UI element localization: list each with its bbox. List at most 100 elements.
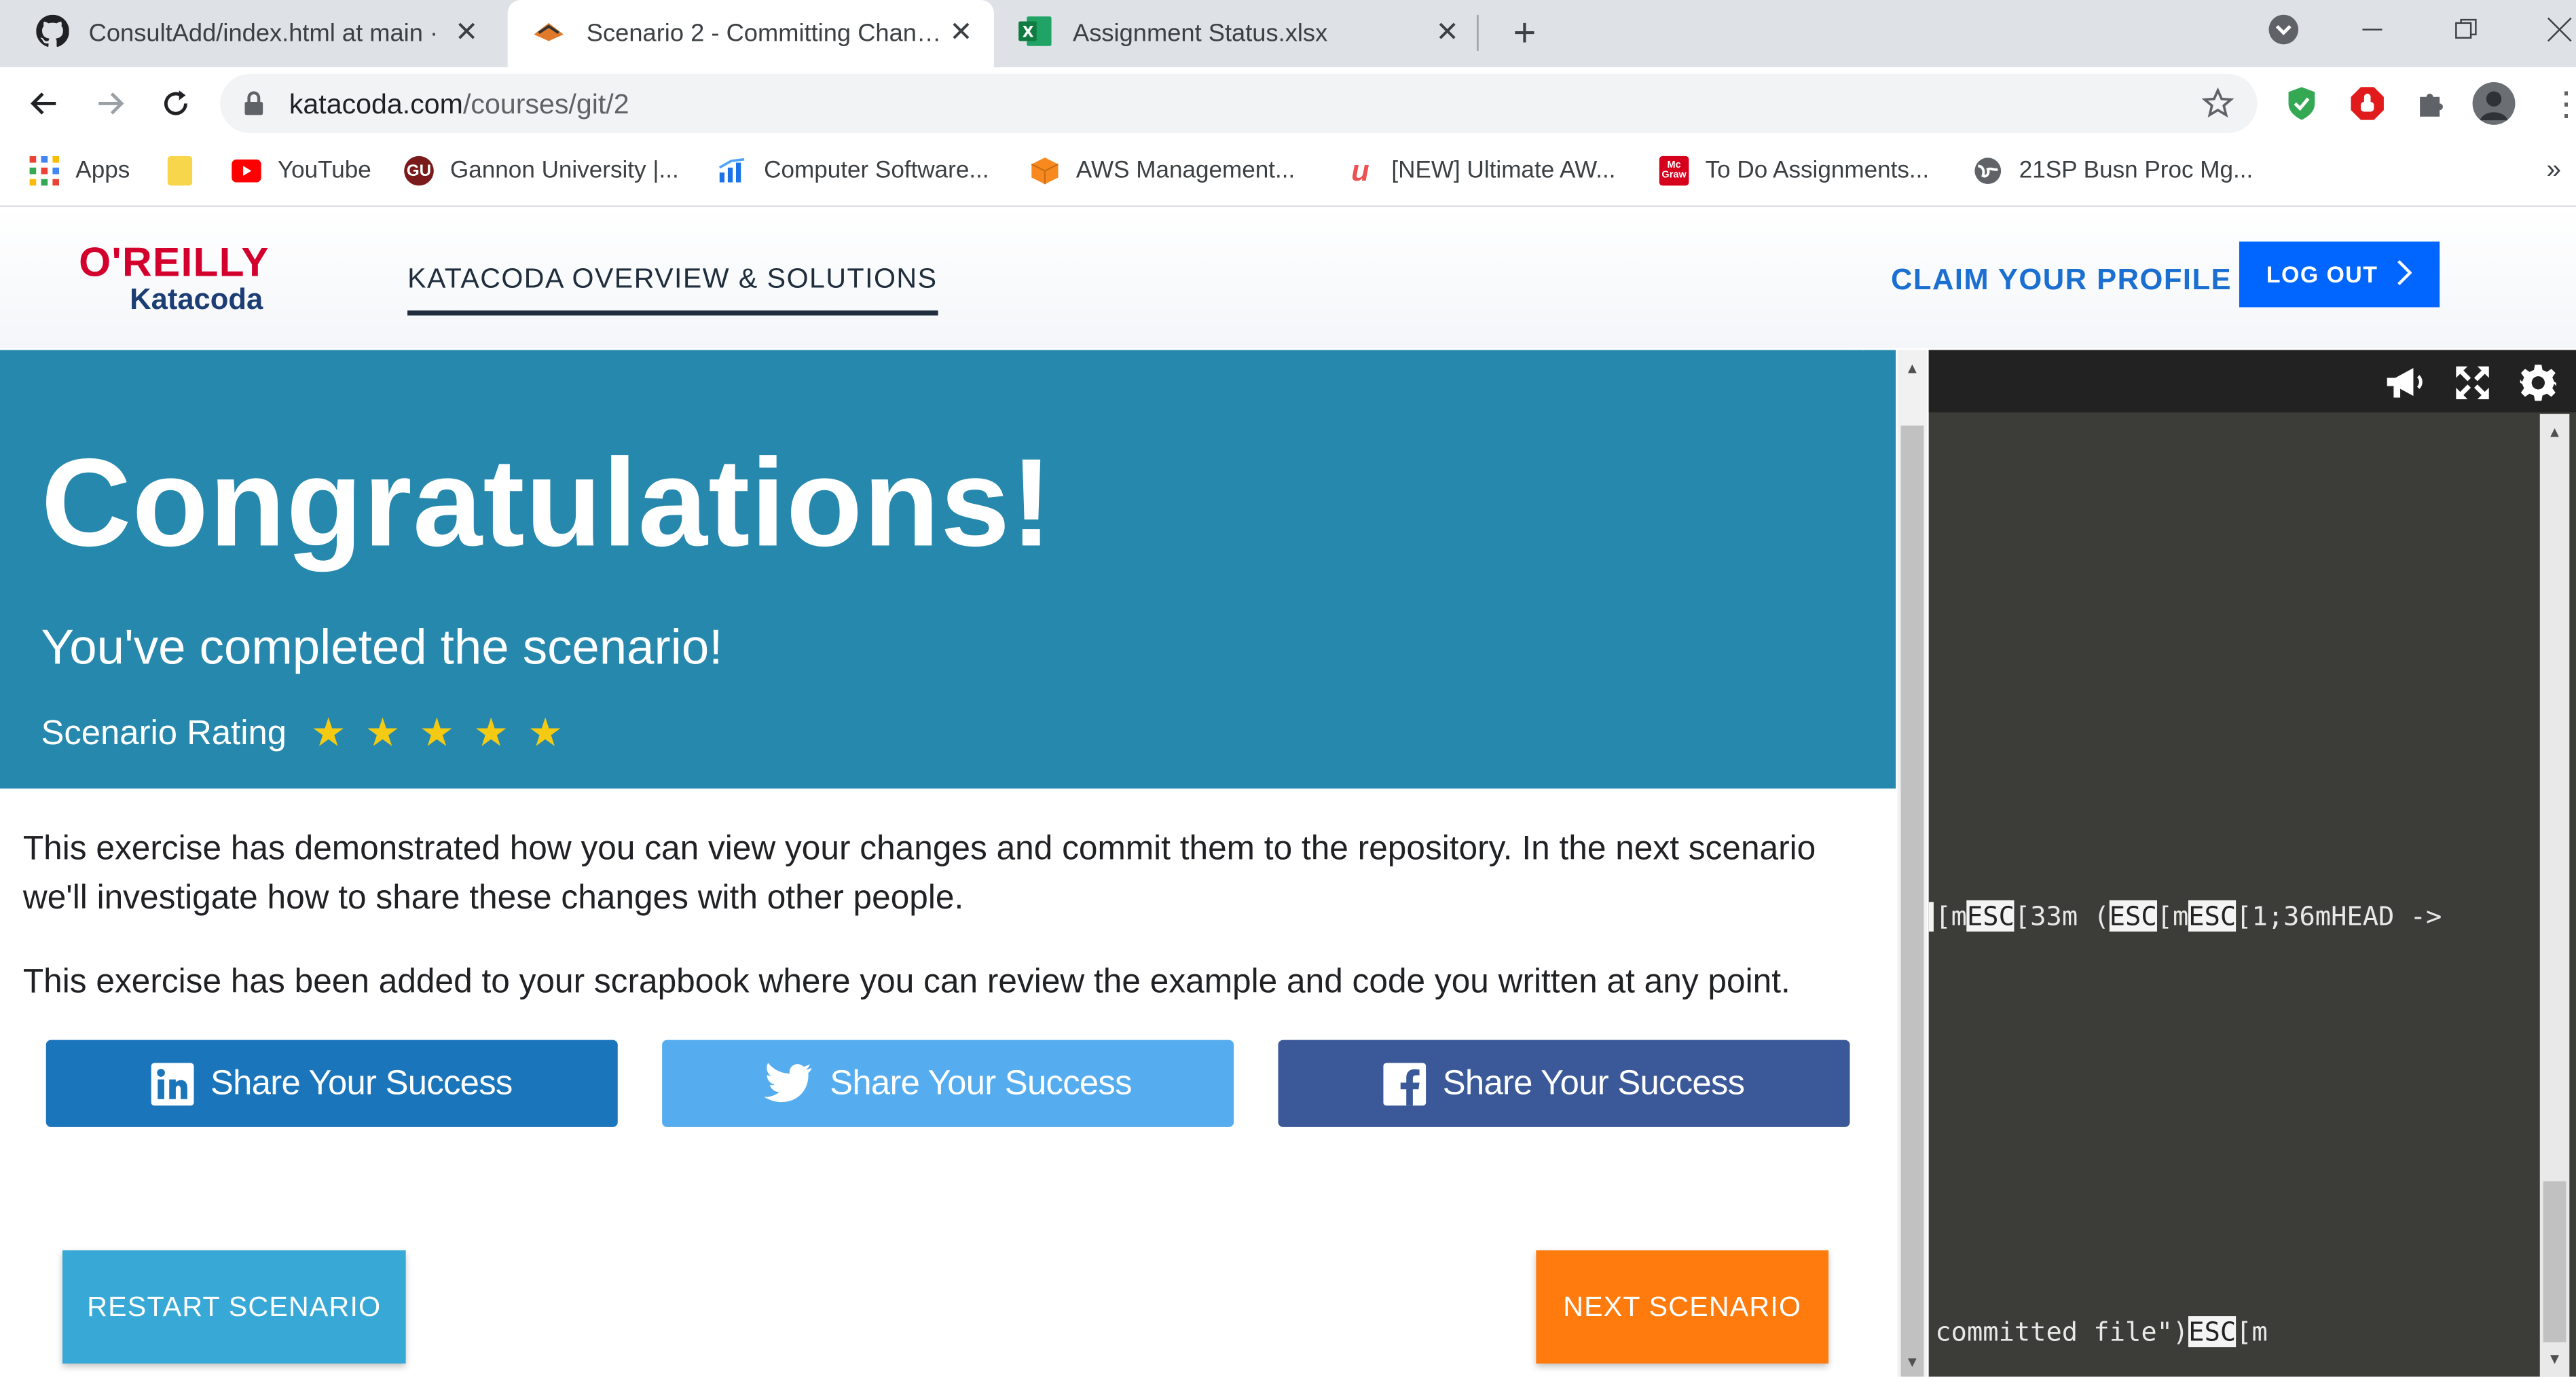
bookmark-todo[interactable]: Mc Graw To Do Assignments... bbox=[1659, 153, 1929, 189]
megaphone-icon[interactable] bbox=[2384, 365, 2427, 401]
terminal-text: [m bbox=[1935, 900, 1967, 932]
panel-divider[interactable] bbox=[1896, 350, 1928, 1376]
twitter-icon bbox=[764, 1062, 813, 1105]
scrollbar-thumb[interactable] bbox=[2543, 1181, 2566, 1342]
star-icon[interactable]: ★ bbox=[464, 710, 518, 757]
tab-search-icon[interactable] bbox=[2260, 7, 2306, 53]
star-icon[interactable]: ★ bbox=[410, 710, 464, 757]
close-window-icon[interactable] bbox=[2537, 7, 2576, 53]
chevron-right-icon bbox=[2397, 259, 2413, 290]
share-label: Share Your Success bbox=[830, 1063, 1132, 1102]
collapse-icon[interactable]: ⌃ bbox=[1850, 350, 1869, 368]
bookmark-star-icon[interactable] bbox=[2201, 87, 2234, 128]
avatar[interactable] bbox=[2472, 81, 2516, 125]
bookmark-computer-software[interactable]: Computer Software... bbox=[718, 153, 989, 189]
bookmark-udemy[interactable]: u [NEW] Ultimate AW... bbox=[1346, 153, 1616, 189]
adblock-icon[interactable] bbox=[2346, 82, 2389, 125]
tab-assignment-status[interactable]: X Assignment Status.xlsx ✕ bbox=[994, 0, 1480, 67]
rating-label: Scenario Rating bbox=[41, 714, 287, 752]
url-host: katacoda.com bbox=[289, 88, 463, 120]
nav-overview-solutions[interactable]: KATACODA OVERVIEW & SOLUTIONS bbox=[407, 263, 938, 316]
claim-profile-link[interactable]: CLAIM YOUR PROFILE bbox=[1891, 263, 2232, 297]
facebook-icon bbox=[1383, 1062, 1427, 1105]
scroll-up-icon[interactable]: ▲ bbox=[2540, 418, 2570, 447]
terminal-scrollbar[interactable]: ▲ ▼ bbox=[2539, 414, 2570, 1377]
globe-icon bbox=[1973, 156, 2003, 186]
tab-scenario[interactable]: Scenario 2 - Committing Changes ✕ bbox=[507, 0, 994, 68]
next-scenario-button[interactable]: NEXT SCENARIO bbox=[1536, 1250, 1829, 1364]
bookmark-label: Gannon University |... bbox=[449, 158, 679, 184]
restart-scenario-button[interactable]: RESTART SCENARIO bbox=[62, 1250, 406, 1364]
more-bookmarks-icon[interactable]: » bbox=[2546, 153, 2561, 189]
aws-icon bbox=[1030, 156, 1060, 186]
close-icon[interactable]: ✕ bbox=[1431, 16, 1464, 49]
extensions-icon[interactable] bbox=[2410, 82, 2453, 125]
star-icon[interactable]: ★ bbox=[518, 710, 572, 757]
mcgraw-hill-icon: Mc Graw bbox=[1659, 155, 1689, 186]
bookmarks-bar: Apps YouTube GU Gannon University |... C… bbox=[0, 139, 2576, 207]
bookmark-label: Computer Software... bbox=[764, 158, 989, 184]
close-icon[interactable]: ✕ bbox=[450, 16, 483, 49]
terminal-esc-token: ESC bbox=[1966, 900, 2014, 932]
katacoda-icon bbox=[531, 17, 567, 50]
restore-icon[interactable] bbox=[2443, 7, 2489, 53]
bookmark-label: [NEW] Ultimate AW... bbox=[1391, 158, 1616, 184]
tab-title: Scenario 2 - Committing Changes bbox=[586, 20, 945, 48]
terminal-text: [m bbox=[2236, 1316, 2268, 1348]
summary-paragraph: This exercise has demonstrated how you c… bbox=[22, 829, 1816, 917]
browser-tab-strip: ConsultAdd/index.html at main · ✕ Scenar… bbox=[0, 0, 2576, 68]
rating-stars[interactable]: ★ ★ ★ ★ ★ bbox=[301, 710, 572, 757]
scenario-content: Congratulations! You've completed the sc… bbox=[0, 350, 1896, 1377]
tab-consultadd[interactable]: ConsultAdd/index.html at main · ✕ bbox=[13, 0, 499, 67]
url-text: katacoda.com/courses/git/2 bbox=[289, 89, 629, 122]
url-path: /courses/git/2 bbox=[462, 88, 629, 120]
terminal-text: committed file") bbox=[1935, 1316, 2189, 1348]
katacoda-logo[interactable]: Katacoda bbox=[130, 282, 263, 317]
logout-label: LOG OUT bbox=[2266, 261, 2378, 288]
bookmark-youtube[interactable]: YouTube bbox=[232, 153, 371, 189]
site-header: O'REILLY Katacoda KATACODA OVERVIEW & SO… bbox=[0, 206, 2576, 348]
bookmark-aws[interactable]: AWS Management... bbox=[1030, 153, 1295, 189]
tab-title: ConsultAdd/index.html at main · bbox=[88, 20, 439, 48]
gannon-icon: GU bbox=[404, 155, 434, 186]
terminal-text: [m bbox=[2156, 900, 2189, 932]
github-icon bbox=[36, 14, 69, 54]
shield-icon[interactable] bbox=[2280, 82, 2323, 125]
star-icon[interactable]: ★ bbox=[356, 710, 410, 757]
star-icon[interactable]: ★ bbox=[301, 710, 356, 757]
bookmark-label: Apps bbox=[75, 158, 130, 184]
browser-toolbar: katacoda.com/courses/git/2 ⋮ bbox=[0, 67, 2576, 140]
terminal-line: committed file")ESC[m bbox=[1935, 1316, 2268, 1348]
share-linkedin-button[interactable]: Share Your Success bbox=[45, 1040, 618, 1127]
excel-icon: X bbox=[1017, 14, 1053, 54]
close-icon[interactable]: ✕ bbox=[944, 16, 977, 49]
oreilly-logo[interactable]: O'REILLY bbox=[79, 240, 270, 287]
reload-icon[interactable] bbox=[153, 81, 199, 127]
logout-button[interactable]: LOG OUT bbox=[2239, 241, 2440, 308]
browser-menu-icon[interactable]: ⋮ bbox=[2545, 82, 2576, 125]
terminal-esc-token: ESC bbox=[2188, 900, 2237, 932]
back-icon[interactable] bbox=[21, 81, 67, 127]
terminal-line: [mESC[33m (ESC[mESC[1;36mHEAD -> bbox=[1935, 900, 2442, 932]
udemy-icon: u bbox=[1351, 153, 1369, 187]
expand-icon[interactable] bbox=[2451, 365, 2494, 401]
bookmark-gannon[interactable]: GU Gannon University |... bbox=[404, 153, 679, 189]
share-label: Share Your Success bbox=[1442, 1063, 1745, 1102]
apps-grid-icon bbox=[29, 155, 60, 186]
bookmark-21sp[interactable]: 21SP Busn Proc Mg... bbox=[1973, 153, 2253, 189]
bookmark-folder[interactable] bbox=[167, 153, 193, 189]
lock-icon bbox=[243, 90, 264, 125]
bookmark-apps[interactable]: Apps bbox=[29, 153, 130, 189]
minimize-icon[interactable] bbox=[2349, 7, 2395, 53]
terminal-text: [33m ( bbox=[2014, 900, 2110, 932]
scroll-down-icon[interactable]: ▼ bbox=[2540, 1344, 2570, 1374]
forward-icon[interactable] bbox=[87, 81, 133, 127]
bookmark-label: 21SP Busn Proc Mg... bbox=[2019, 158, 2253, 184]
share-facebook-button[interactable]: Share Your Success bbox=[1278, 1040, 1850, 1127]
share-twitter-button[interactable]: Share Your Success bbox=[662, 1040, 1234, 1127]
gear-icon[interactable] bbox=[2517, 365, 2560, 401]
address-bar[interactable]: katacoda.com/courses/git/2 bbox=[220, 73, 2258, 133]
terminal-panel[interactable]: [mESC[33m (ESC[mESC[1;36mHEAD -> committ… bbox=[1928, 350, 2576, 1377]
new-tab-button[interactable]: + bbox=[1503, 12, 1546, 56]
congratulations-banner: Congratulations! You've completed the sc… bbox=[0, 350, 1896, 789]
